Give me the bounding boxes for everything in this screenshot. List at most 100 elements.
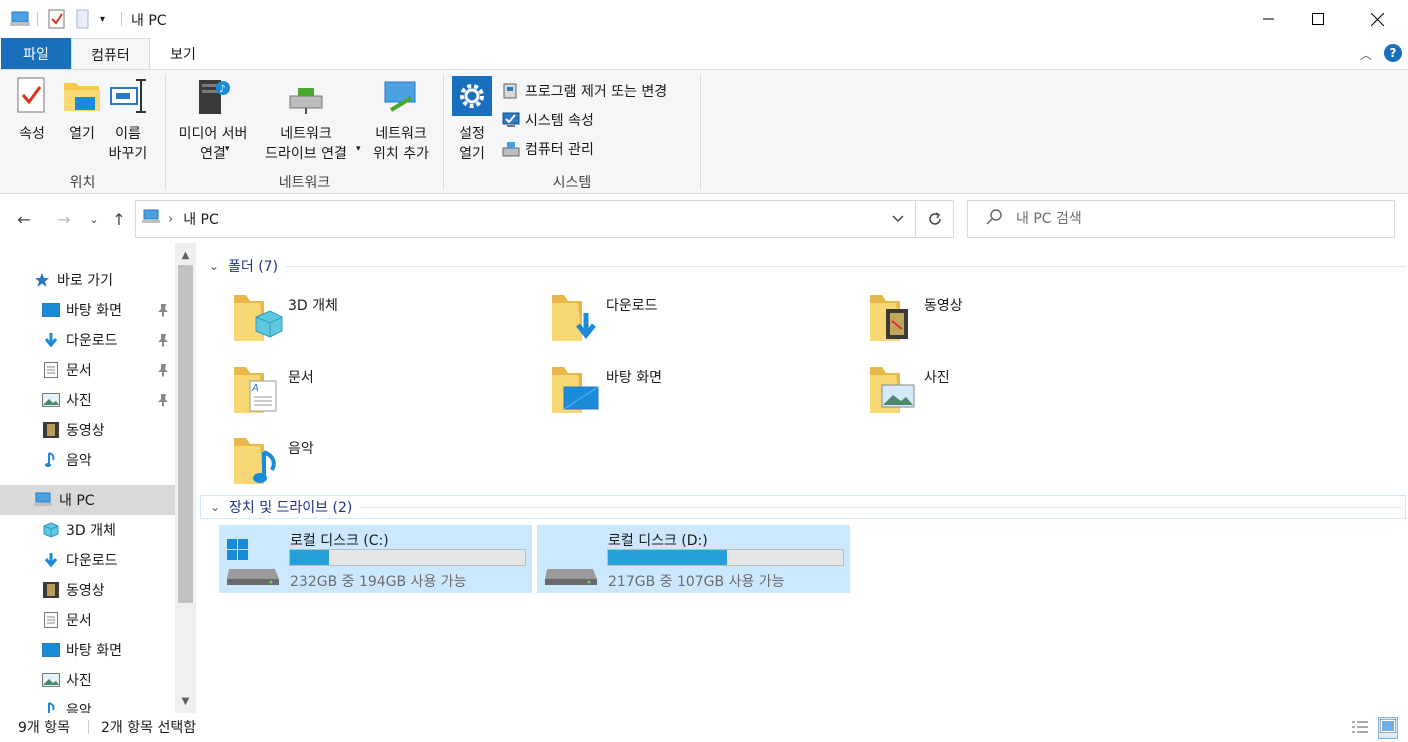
location-group-label: 위치 bbox=[69, 175, 96, 191]
3d-objects-icon bbox=[41, 520, 61, 540]
folder-documents[interactable]: A 문서 bbox=[230, 359, 530, 425]
tab-file[interactable]: 파일 bbox=[1, 38, 71, 69]
nav-this-pc[interactable]: 내 PC bbox=[0, 485, 175, 515]
system-properties-icon bbox=[500, 109, 522, 131]
collapse-ribbon-icon[interactable]: ︿ bbox=[1360, 46, 1372, 63]
maximize-button[interactable] bbox=[1295, 0, 1341, 38]
3d-objects-folder-icon bbox=[230, 287, 284, 341]
nav-quick-documents[interactable]: 문서 bbox=[0, 355, 175, 385]
quick-access-dropdown-icon[interactable]: ▾ bbox=[100, 8, 105, 30]
folder-music[interactable]: 음악 bbox=[230, 430, 530, 496]
folder-3d-objects[interactable]: 3D 개체 bbox=[230, 287, 530, 353]
uninstall-icon bbox=[500, 80, 522, 102]
breadcrumb-chevron-icon[interactable]: › bbox=[168, 212, 173, 227]
drive-info: 217GB 중 107GB 사용 가능 bbox=[608, 574, 785, 590]
pin-icon[interactable] bbox=[157, 303, 171, 317]
properties-button[interactable]: 속성 bbox=[12, 76, 52, 144]
refresh-button[interactable] bbox=[916, 200, 954, 238]
details-view-icon[interactable] bbox=[1351, 719, 1369, 739]
drive-info: 232GB 중 194GB 사용 가능 bbox=[290, 574, 467, 590]
nav-pc-desktop[interactable]: 바탕 화면 bbox=[0, 635, 175, 665]
nav-quick-downloads[interactable]: 다운로드 bbox=[0, 325, 175, 355]
properties-label: 속성 bbox=[19, 126, 45, 142]
rename-button[interactable]: 이름 바꾸기 bbox=[108, 76, 148, 164]
nav-pc-downloads[interactable]: 다운로드 bbox=[0, 545, 175, 575]
pictures-icon bbox=[41, 390, 61, 410]
media-server-icon: ♪ bbox=[193, 76, 233, 116]
pin-icon[interactable] bbox=[157, 393, 171, 407]
network-group-label: 네트워크 bbox=[278, 175, 331, 191]
open-label: 열기 bbox=[69, 126, 95, 142]
nav-item-label: 동영상 bbox=[66, 423, 105, 439]
drives-header-label: 장치 및 드라이브 (2) bbox=[229, 500, 353, 516]
nav-quick-access-label: 바로 가기 bbox=[57, 273, 113, 289]
videos-icon bbox=[41, 420, 61, 440]
documents-icon bbox=[41, 610, 61, 630]
folder-downloads[interactable]: 다운로드 bbox=[548, 287, 848, 353]
folder-name: 음악 bbox=[288, 441, 314, 457]
media-server-dropdown-icon[interactable]: ▾ bbox=[225, 144, 230, 154]
nav-pc-documents[interactable]: 문서 bbox=[0, 605, 175, 635]
nav-scrollbar[interactable]: ▲ ▼ bbox=[175, 243, 196, 713]
videos-icon bbox=[41, 580, 61, 600]
large-icons-view-icon[interactable] bbox=[1378, 717, 1398, 739]
nav-pc-pictures[interactable]: 사진 bbox=[0, 665, 175, 695]
tab-view[interactable]: 보기 bbox=[150, 38, 216, 69]
tab-computer[interactable]: 컴퓨터 bbox=[71, 38, 150, 70]
help-icon[interactable]: ? bbox=[1384, 44, 1402, 62]
open-button[interactable]: 열기 bbox=[62, 76, 102, 144]
this-pc-icon bbox=[142, 209, 162, 229]
media-server-label: 미디어 서버 연결 bbox=[178, 126, 248, 162]
scroll-thumb[interactable] bbox=[178, 265, 193, 603]
pin-icon[interactable] bbox=[157, 363, 171, 377]
drive-tile[interactable]: 로컬 디스크 (D:) 217GB 중 107GB 사용 가능 bbox=[537, 525, 850, 593]
recent-locations-button[interactable]: ⌄ bbox=[82, 207, 106, 231]
nav-item-label: 문서 bbox=[66, 363, 92, 379]
media-server-button[interactable]: ♪ 미디어 서버 연결 bbox=[172, 76, 254, 164]
breadcrumb-this-pc[interactable]: 내 PC bbox=[183, 209, 219, 229]
up-button[interactable]: ↑ bbox=[107, 207, 131, 231]
close-button[interactable] bbox=[1354, 0, 1400, 38]
back-button[interactable]: ← bbox=[12, 207, 36, 231]
nav-quick-videos[interactable]: 동영상 bbox=[0, 415, 175, 445]
folder-pictures[interactable]: 사진 bbox=[866, 359, 1166, 425]
uninstall-button[interactable]: 프로그램 제거 또는 변경 bbox=[500, 79, 667, 103]
drive-tile[interactable]: 로컬 디스크 (C:) 232GB 중 194GB 사용 가능 bbox=[219, 525, 532, 593]
manage-button[interactable]: 컴퓨터 관리 bbox=[500, 137, 594, 161]
system-properties-label: 시스템 속성 bbox=[525, 113, 594, 129]
nav-pc-videos[interactable]: 동영상 bbox=[0, 575, 175, 605]
nav-pc-music[interactable]: 음악 bbox=[0, 695, 175, 713]
scroll-up-icon[interactable]: ▲ bbox=[175, 245, 196, 265]
nav-quick-desktop[interactable]: 바탕 화면 bbox=[0, 295, 175, 325]
properties-quick-icon[interactable] bbox=[48, 8, 66, 30]
folders-section-header[interactable]: ⌄ 폴더 (7) bbox=[200, 254, 1408, 278]
nav-pc-3d-objects[interactable]: 3D 개체 bbox=[0, 515, 175, 545]
address-dropdown-button[interactable] bbox=[880, 200, 916, 238]
svg-text:A: A bbox=[251, 383, 259, 394]
folder-videos[interactable]: 동영상 bbox=[866, 287, 1166, 353]
search-input[interactable] bbox=[1016, 211, 1376, 227]
pin-icon[interactable] bbox=[157, 333, 171, 347]
folder-desktop[interactable]: 바탕 화면 bbox=[548, 359, 848, 425]
add-network-location-button[interactable]: 네트워크 위치 추가 bbox=[368, 76, 434, 164]
new-folder-quick-icon[interactable] bbox=[76, 8, 90, 30]
chevron-down-icon: ⌄ bbox=[89, 212, 99, 226]
search-box[interactable] bbox=[967, 200, 1395, 238]
nav-quick-music[interactable]: 음악 bbox=[0, 445, 175, 475]
address-bar[interactable]: › 내 PC bbox=[135, 200, 916, 238]
open-settings-button[interactable]: 설정 열기 bbox=[450, 76, 494, 164]
nav-item-label: 다운로드 bbox=[66, 553, 118, 569]
nav-quick-access[interactable]: 바로 가기 bbox=[0, 265, 175, 295]
folder-name: 3D 개체 bbox=[288, 298, 338, 314]
forward-button[interactable]: → bbox=[52, 207, 76, 231]
music-folder-icon bbox=[230, 430, 284, 484]
map-network-drive-button[interactable]: 네트워크 드라이브 연결 bbox=[256, 76, 356, 164]
map-drive-dropdown-icon[interactable]: ▾ bbox=[356, 144, 361, 154]
system-group-label: 시스템 bbox=[552, 175, 592, 191]
system-properties-button[interactable]: 시스템 속성 bbox=[500, 108, 594, 132]
minimize-icon bbox=[1263, 18, 1274, 20]
nav-quick-pictures[interactable]: 사진 bbox=[0, 385, 175, 415]
minimize-button[interactable] bbox=[1246, 0, 1292, 38]
scroll-down-icon[interactable]: ▼ bbox=[175, 691, 196, 711]
drives-section-header[interactable]: ⌄ 장치 및 드라이브 (2) bbox=[200, 495, 1406, 519]
